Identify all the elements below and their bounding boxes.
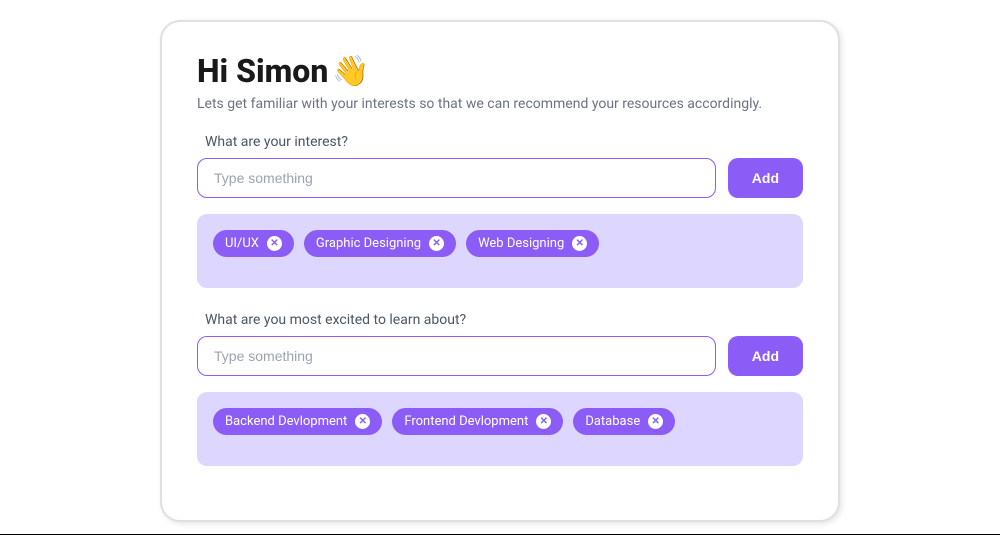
tag: Database ✕ <box>573 408 675 435</box>
close-icon[interactable]: ✕ <box>267 236 282 251</box>
tag-label: Graphic Designing <box>316 236 421 251</box>
interests-input-row: Add <box>197 158 803 198</box>
greeting-title: Hi Simon <box>197 52 328 90</box>
tag-label: Backend Devlopment <box>225 414 347 429</box>
tag-label: UI/UX <box>225 236 259 251</box>
close-icon[interactable]: ✕ <box>355 414 370 429</box>
interests-tags-container: UI/UX ✕ Graphic Designing ✕ Web Designin… <box>197 214 803 288</box>
learn-section: What are you most excited to learn about… <box>197 312 803 466</box>
wave-icon: 👋 <box>332 54 369 89</box>
learn-input[interactable] <box>197 336 716 376</box>
close-icon[interactable]: ✕ <box>648 414 663 429</box>
tag: UI/UX ✕ <box>213 230 294 257</box>
interests-section: What are your interest? Add UI/UX ✕ Grap… <box>197 134 803 288</box>
close-icon[interactable]: ✕ <box>536 414 551 429</box>
interests-label: What are your interest? <box>205 134 803 150</box>
onboarding-card: Hi Simon 👋 Lets get familiar with your i… <box>160 20 840 522</box>
close-icon[interactable]: ✕ <box>429 236 444 251</box>
greeting-row: Hi Simon 👋 <box>197 52 803 90</box>
learn-tags-container: Backend Devlopment ✕ Frontend Devlopment… <box>197 392 803 466</box>
interests-add-button[interactable]: Add <box>728 158 803 198</box>
greeting-subtitle: Lets get familiar with your interests so… <box>197 96 803 112</box>
tag: Web Designing ✕ <box>466 230 599 257</box>
tag: Frontend Devlopment ✕ <box>392 408 563 435</box>
learn-input-row: Add <box>197 336 803 376</box>
tag-label: Web Designing <box>478 236 564 251</box>
tag-label: Database <box>585 414 640 429</box>
tag-label: Frontend Devlopment <box>404 414 528 429</box>
close-icon[interactable]: ✕ <box>572 236 587 251</box>
learn-add-button[interactable]: Add <box>728 336 803 376</box>
interests-input[interactable] <box>197 158 716 198</box>
learn-label: What are you most excited to learn about… <box>205 312 803 328</box>
tag: Graphic Designing ✕ <box>304 230 456 257</box>
tag: Backend Devlopment ✕ <box>213 408 382 435</box>
